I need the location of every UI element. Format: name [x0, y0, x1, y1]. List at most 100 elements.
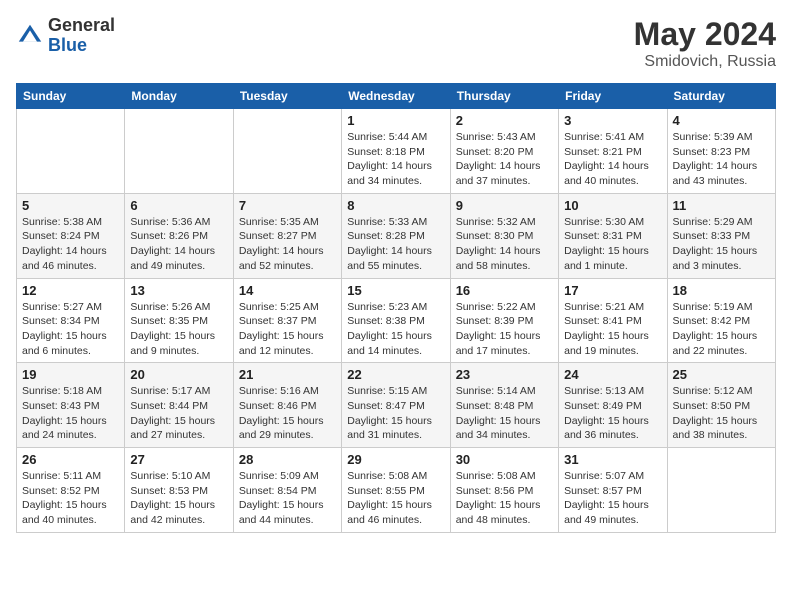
day-number: 10 [564, 198, 661, 213]
day-info: Sunrise: 5:22 AM Sunset: 8:39 PM Dayligh… [456, 300, 553, 359]
day-info: Sunrise: 5:44 AM Sunset: 8:18 PM Dayligh… [347, 130, 444, 189]
calendar-cell: 24 Sunrise: 5:13 AM Sunset: 8:49 PM Dayli… [559, 363, 667, 448]
calendar-week-row: 5 Sunrise: 5:38 AM Sunset: 8:24 PM Daylig… [17, 193, 776, 278]
day-number: 29 [347, 452, 444, 467]
day-info: Sunrise: 5:21 AM Sunset: 8:41 PM Dayligh… [564, 300, 661, 359]
day-number: 23 [456, 367, 553, 382]
calendar-cell: 13 Sunrise: 5:26 AM Sunset: 8:35 PM Dayli… [125, 278, 233, 363]
day-info: Sunrise: 5:08 AM Sunset: 8:55 PM Dayligh… [347, 469, 444, 528]
day-info: Sunrise: 5:29 AM Sunset: 8:33 PM Dayligh… [673, 215, 770, 274]
calendar-cell: 6 Sunrise: 5:36 AM Sunset: 8:26 PM Daylig… [125, 193, 233, 278]
calendar-cell: 11 Sunrise: 5:29 AM Sunset: 8:33 PM Dayli… [667, 193, 775, 278]
day-number: 3 [564, 113, 661, 128]
calendar-cell: 5 Sunrise: 5:38 AM Sunset: 8:24 PM Daylig… [17, 193, 125, 278]
day-info: Sunrise: 5:16 AM Sunset: 8:46 PM Dayligh… [239, 384, 336, 443]
calendar-cell [233, 109, 341, 194]
day-header-wednesday: Wednesday [342, 84, 450, 109]
day-header-saturday: Saturday [667, 84, 775, 109]
day-info: Sunrise: 5:39 AM Sunset: 8:23 PM Dayligh… [673, 130, 770, 189]
location-title: Smidovich, Russia [634, 53, 776, 71]
calendar-week-row: 19 Sunrise: 5:18 AM Sunset: 8:43 PM Dayli… [17, 363, 776, 448]
day-number: 19 [22, 367, 119, 382]
calendar-cell: 2Sunrise: 5:43 AM Sunset: 8:20 PM Daylig… [450, 109, 558, 194]
calendar-week-row: 12 Sunrise: 5:27 AM Sunset: 8:34 PM Dayli… [17, 278, 776, 363]
day-number: 8 [347, 198, 444, 213]
day-number: 9 [456, 198, 553, 213]
day-info: Sunrise: 5:26 AM Sunset: 8:35 PM Dayligh… [130, 300, 227, 359]
calendar-week-row: 26Sunrise: 5:11 AM Sunset: 8:52 PM Dayli… [17, 448, 776, 533]
calendar-cell: 14 Sunrise: 5:25 AM Sunset: 8:37 PM Dayli… [233, 278, 341, 363]
day-info: Sunrise: 5:36 AM Sunset: 8:26 PM Dayligh… [130, 215, 227, 274]
day-info: Sunrise: 5:32 AM Sunset: 8:30 PM Dayligh… [456, 215, 553, 274]
day-header-thursday: Thursday [450, 84, 558, 109]
day-number: 28 [239, 452, 336, 467]
calendar-cell: 15Sunrise: 5:23 AM Sunset: 8:38 PM Dayli… [342, 278, 450, 363]
day-number: 1 [347, 113, 444, 128]
day-info: Sunrise: 5:12 AM Sunset: 8:50 PM Dayligh… [673, 384, 770, 443]
day-header-sunday: Sunday [17, 84, 125, 109]
day-info: Sunrise: 5:08 AM Sunset: 8:56 PM Dayligh… [456, 469, 553, 528]
calendar-cell: 19 Sunrise: 5:18 AM Sunset: 8:43 PM Dayli… [17, 363, 125, 448]
day-number: 15 [347, 283, 444, 298]
day-number: 30 [456, 452, 553, 467]
day-info: Sunrise: 5:15 AM Sunset: 8:47 PM Dayligh… [347, 384, 444, 443]
day-header-friday: Friday [559, 84, 667, 109]
calendar-cell: 8Sunrise: 5:33 AM Sunset: 8:28 PM Daylig… [342, 193, 450, 278]
calendar-cell [125, 109, 233, 194]
day-info: Sunrise: 5:13 AM Sunset: 8:49 PM Dayligh… [564, 384, 661, 443]
day-info: Sunrise: 5:38 AM Sunset: 8:24 PM Dayligh… [22, 215, 119, 274]
day-info: Sunrise: 5:19 AM Sunset: 8:42 PM Dayligh… [673, 300, 770, 359]
calendar-week-row: 1 Sunrise: 5:44 AM Sunset: 8:18 PM Daylig… [17, 109, 776, 194]
calendar-cell: 3 Sunrise: 5:41 AM Sunset: 8:21 PM Daylig… [559, 109, 667, 194]
title-block: May 2024 Smidovich, Russia [634, 16, 776, 71]
day-number: 5 [22, 198, 119, 213]
day-info: Sunrise: 5:41 AM Sunset: 8:21 PM Dayligh… [564, 130, 661, 189]
calendar-cell: 23 Sunrise: 5:14 AM Sunset: 8:48 PM Dayli… [450, 363, 558, 448]
calendar-cell: 25 Sunrise: 5:12 AM Sunset: 8:50 PM Dayli… [667, 363, 775, 448]
day-info: Sunrise: 5:09 AM Sunset: 8:54 PM Dayligh… [239, 469, 336, 528]
logo-general-text: General [48, 16, 115, 36]
logo-icon [16, 22, 44, 50]
day-number: 17 [564, 283, 661, 298]
calendar-cell: 22 Sunrise: 5:15 AM Sunset: 8:47 PM Dayli… [342, 363, 450, 448]
calendar-cell [667, 448, 775, 533]
calendar-cell: 29 Sunrise: 5:08 AM Sunset: 8:55 PM Dayli… [342, 448, 450, 533]
day-number: 26 [22, 452, 119, 467]
calendar-table: SundayMondayTuesdayWednesdayThursdayFrid… [16, 83, 776, 533]
day-number: 22 [347, 367, 444, 382]
day-info: Sunrise: 5:35 AM Sunset: 8:27 PM Dayligh… [239, 215, 336, 274]
day-number: 13 [130, 283, 227, 298]
day-info: Sunrise: 5:07 AM Sunset: 8:57 PM Dayligh… [564, 469, 661, 528]
month-title: May 2024 [634, 16, 776, 53]
day-info: Sunrise: 5:17 AM Sunset: 8:44 PM Dayligh… [130, 384, 227, 443]
day-number: 25 [673, 367, 770, 382]
calendar-cell: 16 Sunrise: 5:22 AM Sunset: 8:39 PM Dayli… [450, 278, 558, 363]
day-number: 12 [22, 283, 119, 298]
day-number: 27 [130, 452, 227, 467]
day-number: 4 [673, 113, 770, 128]
day-number: 14 [239, 283, 336, 298]
day-number: 16 [456, 283, 553, 298]
day-header-monday: Monday [125, 84, 233, 109]
day-info: Sunrise: 5:27 AM Sunset: 8:34 PM Dayligh… [22, 300, 119, 359]
day-info: Sunrise: 5:10 AM Sunset: 8:53 PM Dayligh… [130, 469, 227, 528]
day-info: Sunrise: 5:18 AM Sunset: 8:43 PM Dayligh… [22, 384, 119, 443]
day-number: 11 [673, 198, 770, 213]
day-info: Sunrise: 5:14 AM Sunset: 8:48 PM Dayligh… [456, 384, 553, 443]
calendar-cell: 9 Sunrise: 5:32 AM Sunset: 8:30 PM Daylig… [450, 193, 558, 278]
calendar-cell: 7Sunrise: 5:35 AM Sunset: 8:27 PM Daylig… [233, 193, 341, 278]
day-number: 31 [564, 452, 661, 467]
calendar-cell: 20Sunrise: 5:17 AM Sunset: 8:44 PM Dayli… [125, 363, 233, 448]
calendar-cell: 1 Sunrise: 5:44 AM Sunset: 8:18 PM Daylig… [342, 109, 450, 194]
calendar-cell: 26Sunrise: 5:11 AM Sunset: 8:52 PM Dayli… [17, 448, 125, 533]
calendar-cell: 28 Sunrise: 5:09 AM Sunset: 8:54 PM Dayli… [233, 448, 341, 533]
day-info: Sunrise: 5:25 AM Sunset: 8:37 PM Dayligh… [239, 300, 336, 359]
logo-text: General Blue [48, 16, 115, 56]
calendar-cell: 4 Sunrise: 5:39 AM Sunset: 8:23 PM Daylig… [667, 109, 775, 194]
day-number: 6 [130, 198, 227, 213]
calendar-cell [17, 109, 125, 194]
day-number: 18 [673, 283, 770, 298]
day-info: Sunrise: 5:30 AM Sunset: 8:31 PM Dayligh… [564, 215, 661, 274]
calendar-cell: 31 Sunrise: 5:07 AM Sunset: 8:57 PM Dayli… [559, 448, 667, 533]
day-number: 24 [564, 367, 661, 382]
